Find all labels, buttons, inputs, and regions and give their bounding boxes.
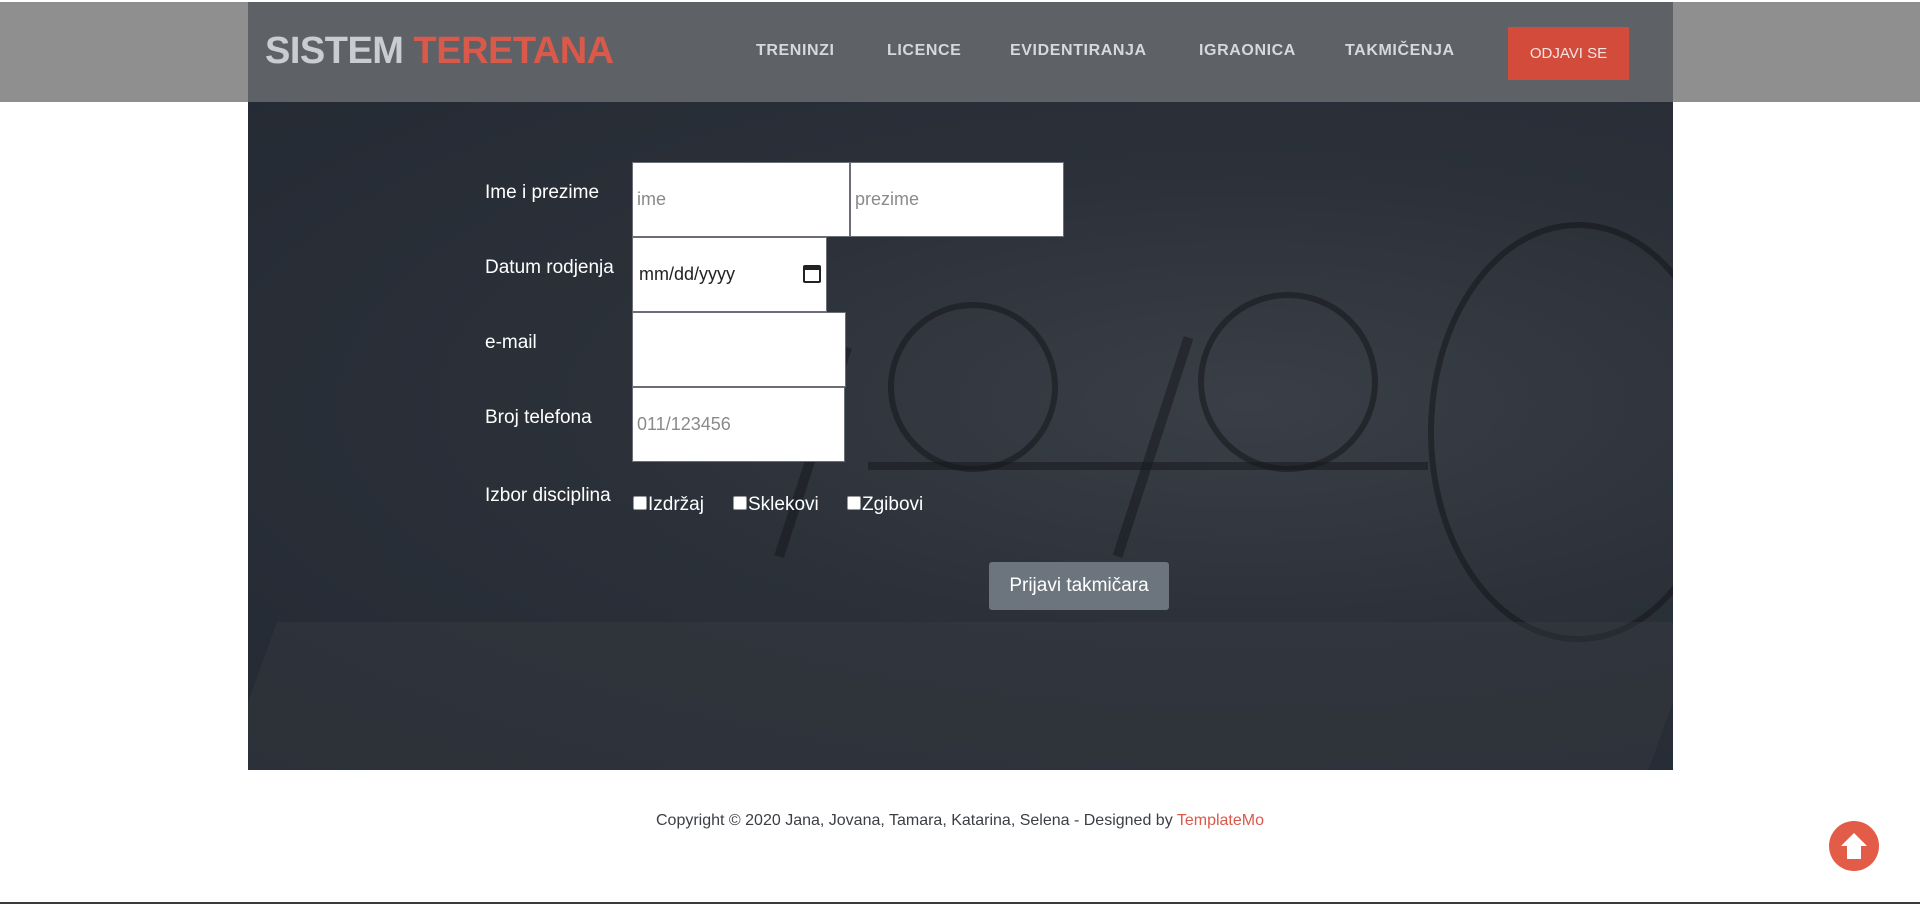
bg-bike-wheel [888, 302, 1058, 472]
dob-value: mm/dd/yyyy [639, 264, 736, 284]
checkbox-label-izdrzaj: Izdržaj [648, 494, 704, 515]
footer-text: Copyright © 2020 Jana, Jovana, Tamara, K… [656, 812, 1173, 829]
nav-treninzi[interactable]: TRENINZI [756, 42, 835, 60]
dob-label: Datum rodjenja [485, 257, 614, 278]
first-name-input[interactable] [632, 162, 850, 237]
nav-igraonica[interactable]: IGRAONICA [1199, 42, 1296, 60]
phone-label: Broj telefona [485, 407, 592, 428]
arrow-up-circle-icon [1841, 833, 1867, 859]
bg-bike-wheel [1198, 292, 1378, 472]
checkbox-sklekovi[interactable] [733, 496, 747, 510]
bg-machine [1428, 222, 1673, 642]
scroll-top-button[interactable] [1829, 821, 1879, 871]
disciplines-label: Izbor disciplina [485, 485, 611, 506]
dob-input[interactable]: mm/dd/yyyy [632, 237, 827, 312]
last-name-input[interactable] [850, 162, 1064, 237]
checkbox-zgibovi[interactable] [847, 496, 861, 510]
logout-button[interactable]: ODJAVI SE [1508, 27, 1629, 80]
nav-evidentiranja[interactable]: EVIDENTIRANJA [1010, 42, 1147, 60]
bg-floor [248, 622, 1673, 770]
nav-takmicenja[interactable]: TAKMIČENJA [1345, 42, 1455, 60]
name-label: Ime i prezime [485, 182, 600, 203]
checkbox-label-zgibovi: Zgibovi [862, 494, 924, 515]
bg-frame [1112, 336, 1194, 558]
bg-floor-line [868, 462, 1428, 470]
email-input[interactable] [632, 312, 846, 387]
logo-part2: TERETANA [413, 30, 615, 72]
calendar-icon[interactable] [803, 265, 821, 283]
submit-button[interactable]: Prijavi takmičara [989, 562, 1169, 610]
nav-licence[interactable]: LICENCE [887, 42, 961, 60]
checkbox-izdrzaj[interactable] [633, 496, 647, 510]
phone-input[interactable] [632, 387, 845, 462]
footer-link[interactable]: TemplateMo [1177, 812, 1264, 829]
logo-part1: SISTEM [265, 30, 404, 72]
email-label: e-mail [485, 332, 537, 353]
logo[interactable]: SISTEM TERETANA [265, 30, 614, 73]
checkbox-label-sklekovi: Sklekovi [748, 494, 819, 515]
footer: Copyright © 2020 Jana, Jovana, Tamara, K… [0, 812, 1920, 830]
